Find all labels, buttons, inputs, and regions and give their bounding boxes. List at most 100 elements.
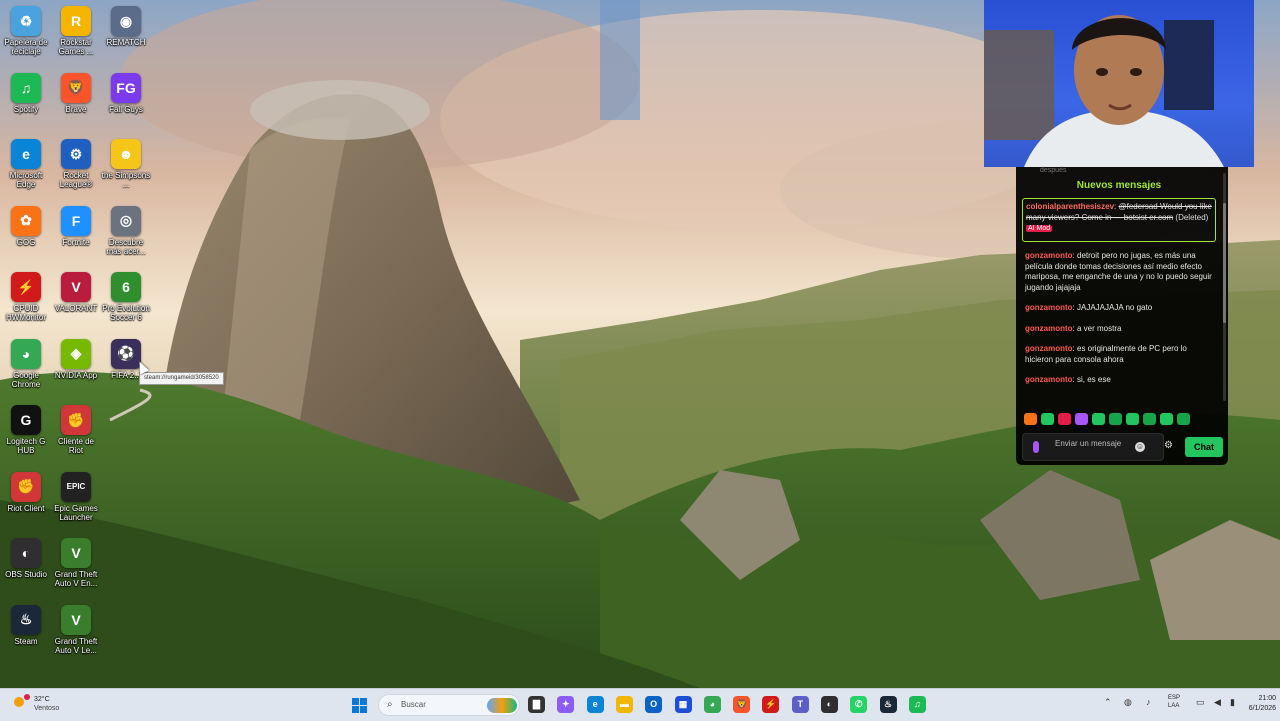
cpuid-icon: ⚡ (11, 272, 41, 302)
fallguys-icon: FG (111, 72, 141, 103)
microphone-tray-icon[interactable]: ♪ (1146, 697, 1151, 707)
emote-icon[interactable] (1177, 413, 1190, 425)
desktop-icon-rockstar[interactable]: R Rockstar Games ... (50, 4, 102, 68)
desktop-icon-riot[interactable]: ✊ Riot Client (0, 470, 52, 534)
chat-message-text: a ver mostra (1077, 323, 1122, 333)
taskbar-search-box[interactable]: ⌕ Buscar (378, 694, 520, 716)
desktop-icon-gta1[interactable]: V Grand Theft Auto V En... (50, 536, 102, 600)
simpsons-icon: ☻ (111, 139, 141, 169)
microphone-icon[interactable] (1033, 441, 1039, 453)
desktop-icon-obs[interactable]: ◐ OBS Studio (0, 536, 52, 600)
desktop-icon-descubre[interactable]: ◎ Descubre más acer... (100, 204, 152, 268)
emote-icon[interactable] (1092, 413, 1105, 425)
recycle-icon: ♻ (11, 6, 41, 36)
chat-username[interactable]: gonzamonto (1025, 251, 1073, 260)
desktop-icon-label: Grand Theft Auto V En... (54, 570, 98, 588)
desktop-icon-riotcliente[interactable]: ✊ Cliente de Riot (50, 403, 102, 467)
taskbar-hwmonitor-icon[interactable]: ⚡ (762, 696, 780, 713)
emote-icon[interactable] (1160, 413, 1173, 425)
desktop-icon-steam[interactable]: ♨ Steam (0, 603, 52, 667)
chat-message-input[interactable]: Enviar un mensaje ☺ (1022, 433, 1164, 461)
taskbar-folder-icon[interactable]: ▬ (615, 696, 633, 713)
desktop-icon-label: NVIDIA App (54, 370, 98, 380)
emote-icon[interactable] (1041, 413, 1054, 425)
taskbar-teams-icon[interactable]: T (791, 696, 809, 713)
taskbar-steam-icon[interactable]: ♨ (879, 696, 897, 713)
emote-icon[interactable] (1075, 413, 1088, 425)
spotify-icon: ♫ (11, 72, 41, 103)
taskbar-outlook-icon[interactable]: O (645, 696, 663, 713)
desktop-icon-spotify[interactable]: ♫ Spotify (0, 71, 52, 135)
volume-tray-icon[interactable]: ◀ (1214, 697, 1221, 708)
language-indicator[interactable]: ESP LAA (1168, 694, 1180, 710)
emote-icon[interactable] (1126, 413, 1139, 425)
taskbar-spotify-icon[interactable]: ♫ (908, 696, 926, 713)
desktop-icon-label: Brave (65, 104, 87, 114)
chat-message: gonzamonto: JAJAJAJAJA no gato (1025, 303, 1153, 312)
chat-message: gonzamonto: es originalmente de PC pero … (1025, 344, 1187, 364)
chat-message-list: gonzamonto: detroit pero no jugas, es má… (1025, 251, 1215, 396)
chat-username[interactable]: gonzamonto (1025, 324, 1073, 333)
desktop-icon-label: CPUID HWMonitor (5, 304, 46, 322)
taskbar-obs-icon[interactable]: ◐ (821, 696, 838, 713)
desktop-icon-fallguys[interactable]: FG Fall Guys (100, 71, 152, 135)
desktop-icon-recycle[interactable]: ♻ Papelera de reciclaje (0, 4, 52, 68)
chat-username[interactable]: gonzamonto (1025, 303, 1073, 312)
desktop-icon-gog[interactable]: ✿ GOG (0, 204, 52, 268)
taskbar-file-explorer-icon[interactable]: ▇ (528, 696, 545, 713)
chat-faded-line: después (1040, 167, 1067, 174)
descubre-icon: ◎ (111, 205, 141, 236)
desktop-icon-label: Riot Client (7, 503, 45, 513)
taskbar-brave-icon[interactable]: 🦁 (733, 696, 751, 713)
desktop-icon-label: Cliente de Riot (57, 437, 95, 455)
desktop-icon-rematch[interactable]: ◉ REMATCH (100, 4, 152, 68)
taskbar-store-icon[interactable]: ▦ (674, 696, 692, 713)
taskbar-chrome-icon[interactable]: ◕ (703, 696, 721, 713)
chevron-up-icon[interactable]: ⌃ (1104, 697, 1112, 708)
desktop-icon-cpuid[interactable]: ⚡ CPUID HWMonitor (0, 270, 52, 334)
desktop-icon-epic[interactable]: EPIC Epic Games Launcher (50, 470, 102, 534)
weather-widget[interactable]: 32°C Ventoso (6, 692, 86, 718)
desktop-icon-nvidia[interactable]: ◈ NVIDIA App (50, 337, 102, 401)
desktop-icon-fortnite[interactable]: F Fortnite (50, 204, 102, 268)
emote-icon[interactable] (1109, 413, 1122, 425)
taskbar-whatsapp-icon[interactable]: ✆ (850, 696, 868, 713)
desktop-icon-label: Pro Evolution Soccer 6 (102, 304, 150, 322)
gta2-icon: V (61, 604, 91, 635)
chat-send-button[interactable]: Chat (1185, 437, 1223, 457)
chat-username[interactable]: gonzamonto (1025, 344, 1073, 353)
gta1-icon: V (61, 538, 91, 568)
desktop-icon-valorant[interactable]: V VALORANT (50, 270, 102, 334)
desktop-icon-simpsons[interactable]: ☻ the Simpsons ... (100, 137, 152, 201)
pes-icon: 6 (111, 272, 141, 302)
desktop-icon-rocket[interactable]: ⚙ Rocket League® (50, 137, 102, 201)
clock-date: 6/1/2026 (1248, 705, 1276, 712)
chat-username[interactable]: gonzamonto (1025, 375, 1073, 384)
system-clock[interactable]: 21:00 6/1/2026 (1244, 694, 1276, 714)
rockstar-icon: R (61, 6, 91, 36)
new-messages-banner[interactable]: Nuevos mensajes (1016, 180, 1222, 191)
desktop-icon-chrome[interactable]: ◕ Google Chrome (0, 337, 52, 401)
emote-icon[interactable] (1024, 413, 1037, 425)
desktop-icon-edge[interactable]: e Microsoft Edge (0, 137, 52, 201)
desktop-icon-brave[interactable]: 🦁 Brave (50, 71, 102, 135)
valorant-icon: V (61, 272, 91, 302)
chat-settings-gear-icon[interactable]: ⚙ (1164, 440, 1173, 451)
taskbar-copilot-icon[interactable]: ✦ (557, 696, 575, 713)
chat-scrollbar[interactable] (1223, 173, 1226, 401)
emote-icon[interactable] (1143, 413, 1156, 425)
taskbar-edge-icon[interactable]: e (586, 696, 604, 713)
battery-tray-icon[interactable]: ▮ (1230, 697, 1235, 708)
network-tray-icon[interactable]: ◍ (1124, 697, 1132, 708)
desktop-icon-gta2[interactable]: V Grand Theft Auto V Le... (50, 603, 102, 667)
desktop-icon-pes[interactable]: 6 Pro Evolution Soccer 6 (100, 270, 152, 334)
desktop-icon-logitech[interactable]: G Logitech G HUB (0, 403, 52, 467)
desktop-icon-label: Microsoft Edge (9, 171, 43, 189)
emoji-picker-icon[interactable]: ☺ (1135, 442, 1145, 452)
start-button-windows-icon[interactable] (352, 698, 367, 713)
monitor-tray-icon[interactable]: ▭ (1196, 697, 1205, 708)
desktop-icon-label: Epic Games Launcher (54, 503, 98, 522)
chat-username[interactable]: colonialparenthesiszev (1026, 202, 1114, 211)
emote-icon[interactable] (1058, 413, 1071, 425)
scrollbar-thumb[interactable] (1223, 203, 1226, 323)
